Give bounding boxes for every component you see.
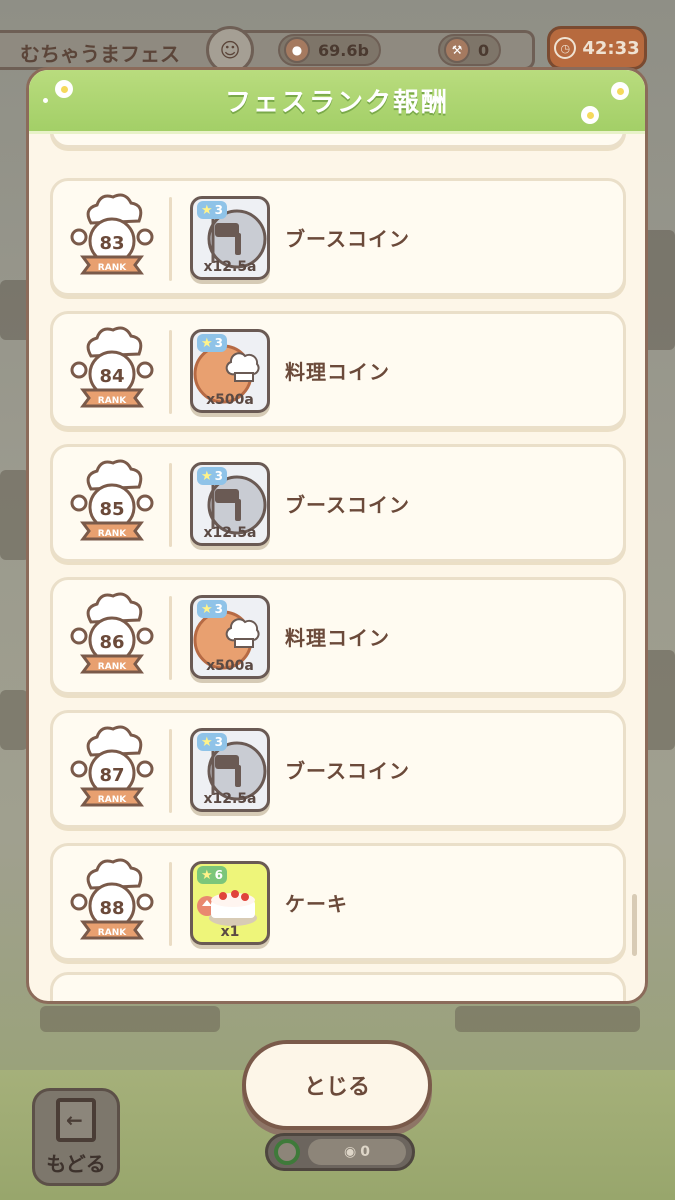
coin-icon: ◉: [344, 1144, 357, 1160]
row-divider: [169, 596, 172, 680]
rank-word: RANK: [98, 263, 127, 273]
rank-number: 83: [99, 233, 124, 254]
timer-value: 42:33: [582, 37, 640, 59]
reward-name: ケーキ: [285, 892, 348, 916]
back-label: もどる: [46, 1152, 106, 1176]
list-item-partial: [50, 134, 626, 148]
list-item: 88 RANK ★ 6 x1 ケーキ: [50, 843, 626, 961]
rank-reward-modal: フェスランク報酬 83 RANK ★ 3 x12.5a ブースコイン 84 RA…: [26, 67, 648, 1004]
star-level-tag: ★ 3: [197, 733, 228, 751]
reward-name: ブースコイン: [285, 759, 410, 783]
reward-item[interactable]: ★ 6 x1: [190, 861, 270, 945]
bottom-counter: ◉ 0: [265, 1133, 415, 1171]
exit-door-icon: [56, 1098, 96, 1142]
modal-title: フェスランク報酬: [224, 88, 449, 118]
list-item: 84 RANK ★ 3 x500a 料理コイン: [50, 311, 626, 429]
bg-stall: [0, 690, 28, 750]
bg-board: [455, 1006, 640, 1032]
bottom-counter-value-wrap: ◉ 0: [308, 1139, 406, 1165]
star-count: 6: [214, 868, 224, 882]
flower-decoration-icon: [55, 80, 73, 98]
reward-item[interactable]: ★ 3 x12.5a: [190, 196, 270, 280]
rank-number: 88: [99, 898, 124, 919]
flower-decoration-icon: [611, 82, 629, 100]
clock-icon: ◷: [554, 37, 577, 59]
star-level-tag: ★ 6: [197, 866, 228, 884]
fest-name: むちゃうまフェス: [20, 42, 180, 66]
rank-number: 85: [99, 499, 124, 520]
rank-badge-icon: 85 RANK: [70, 459, 154, 541]
fest-timer: ◷ 42:33: [547, 26, 647, 70]
hammer-icon: ⚒: [444, 37, 470, 63]
rank-badge-icon: 83 RANK: [70, 193, 154, 275]
list-item-partial: [50, 972, 626, 1001]
row-divider: [169, 862, 172, 946]
star-icon: ★: [201, 734, 213, 750]
star-count: 3: [214, 336, 224, 350]
progress-ring-icon: [274, 1139, 300, 1165]
star-level-tag: ★ 3: [197, 600, 228, 618]
row-divider: [169, 463, 172, 547]
list-item: 87 RANK ★ 3 x12.5a ブースコイン: [50, 710, 626, 828]
coin-value: 69.6b: [318, 40, 369, 60]
star-count: 3: [214, 735, 224, 749]
bottom-counter-value: 0: [360, 1144, 370, 1160]
star-icon: ★: [201, 335, 213, 351]
reward-name: ブースコイン: [285, 493, 410, 517]
star-icon: ★: [201, 202, 213, 218]
star-icon: ★: [201, 601, 213, 617]
reward-quantity: x500a: [206, 392, 254, 408]
star-count: 3: [214, 469, 224, 483]
row-divider: [169, 330, 172, 414]
star-level-tag: ★ 3: [197, 334, 228, 352]
rank-badge-icon: 88 RANK: [70, 858, 154, 940]
rank-word: RANK: [98, 795, 127, 805]
list-item: 86 RANK ★ 3 x500a 料理コイン: [50, 577, 626, 695]
reward-quantity: x12.5a: [203, 525, 257, 541]
row-divider: [169, 197, 172, 281]
coin-counter: ● 69.6b: [278, 34, 381, 66]
star-level-tag: ★ 3: [197, 201, 228, 219]
reward-quantity: x12.5a: [203, 791, 257, 807]
reward-item[interactable]: ★ 3 x500a: [190, 595, 270, 679]
rank-number: 87: [99, 765, 124, 786]
reward-item[interactable]: ★ 3 x12.5a: [190, 462, 270, 546]
hammer-value: 0: [478, 40, 490, 60]
reward-name: 料理コイン: [285, 360, 390, 384]
reward-item[interactable]: ★ 3 x12.5a: [190, 728, 270, 812]
rank-word: RANK: [98, 662, 127, 672]
star-count: 3: [214, 602, 224, 616]
star-icon: ★: [201, 468, 213, 484]
reward-name: 料理コイン: [285, 626, 390, 650]
reward-list[interactable]: 83 RANK ★ 3 x12.5a ブースコイン 84 RANK ★ 3 x5…: [29, 134, 645, 1001]
reward-name: ブースコイン: [285, 227, 410, 251]
row-divider: [169, 729, 172, 813]
reward-quantity: x500a: [206, 658, 254, 674]
list-item: 85 RANK ★ 3 x12.5a ブースコイン: [50, 444, 626, 562]
reward-quantity: x12.5a: [203, 259, 257, 275]
rank-badge-icon: 86 RANK: [70, 592, 154, 674]
dot-decoration: [43, 98, 48, 103]
rank-number: 86: [99, 632, 124, 653]
rank-number: 84: [99, 366, 124, 387]
hammer-counter: ⚒ 0: [438, 34, 502, 66]
rank-word: RANK: [98, 529, 127, 539]
reward-quantity: x1: [220, 924, 240, 940]
rank-word: RANK: [98, 928, 127, 938]
rank-badge-icon: 87 RANK: [70, 725, 154, 807]
modal-header: フェスランク報酬: [29, 70, 645, 134]
reward-item[interactable]: ★ 3 x500a: [190, 329, 270, 413]
scrollbar[interactable]: [632, 894, 637, 956]
star-count: 3: [214, 203, 224, 217]
rank-word: RANK: [98, 396, 127, 406]
bg-board: [40, 1006, 220, 1032]
flower-decoration-icon: [581, 106, 599, 124]
cooking-coin-icon: ●: [284, 37, 310, 63]
list-item: 83 RANK ★ 3 x12.5a ブースコイン: [50, 178, 626, 296]
close-button[interactable]: とじる: [242, 1040, 432, 1130]
rank-badge-icon: 84 RANK: [70, 326, 154, 408]
back-button[interactable]: もどる: [32, 1088, 120, 1186]
star-level-tag: ★ 3: [197, 467, 228, 485]
star-icon: ★: [201, 867, 213, 883]
